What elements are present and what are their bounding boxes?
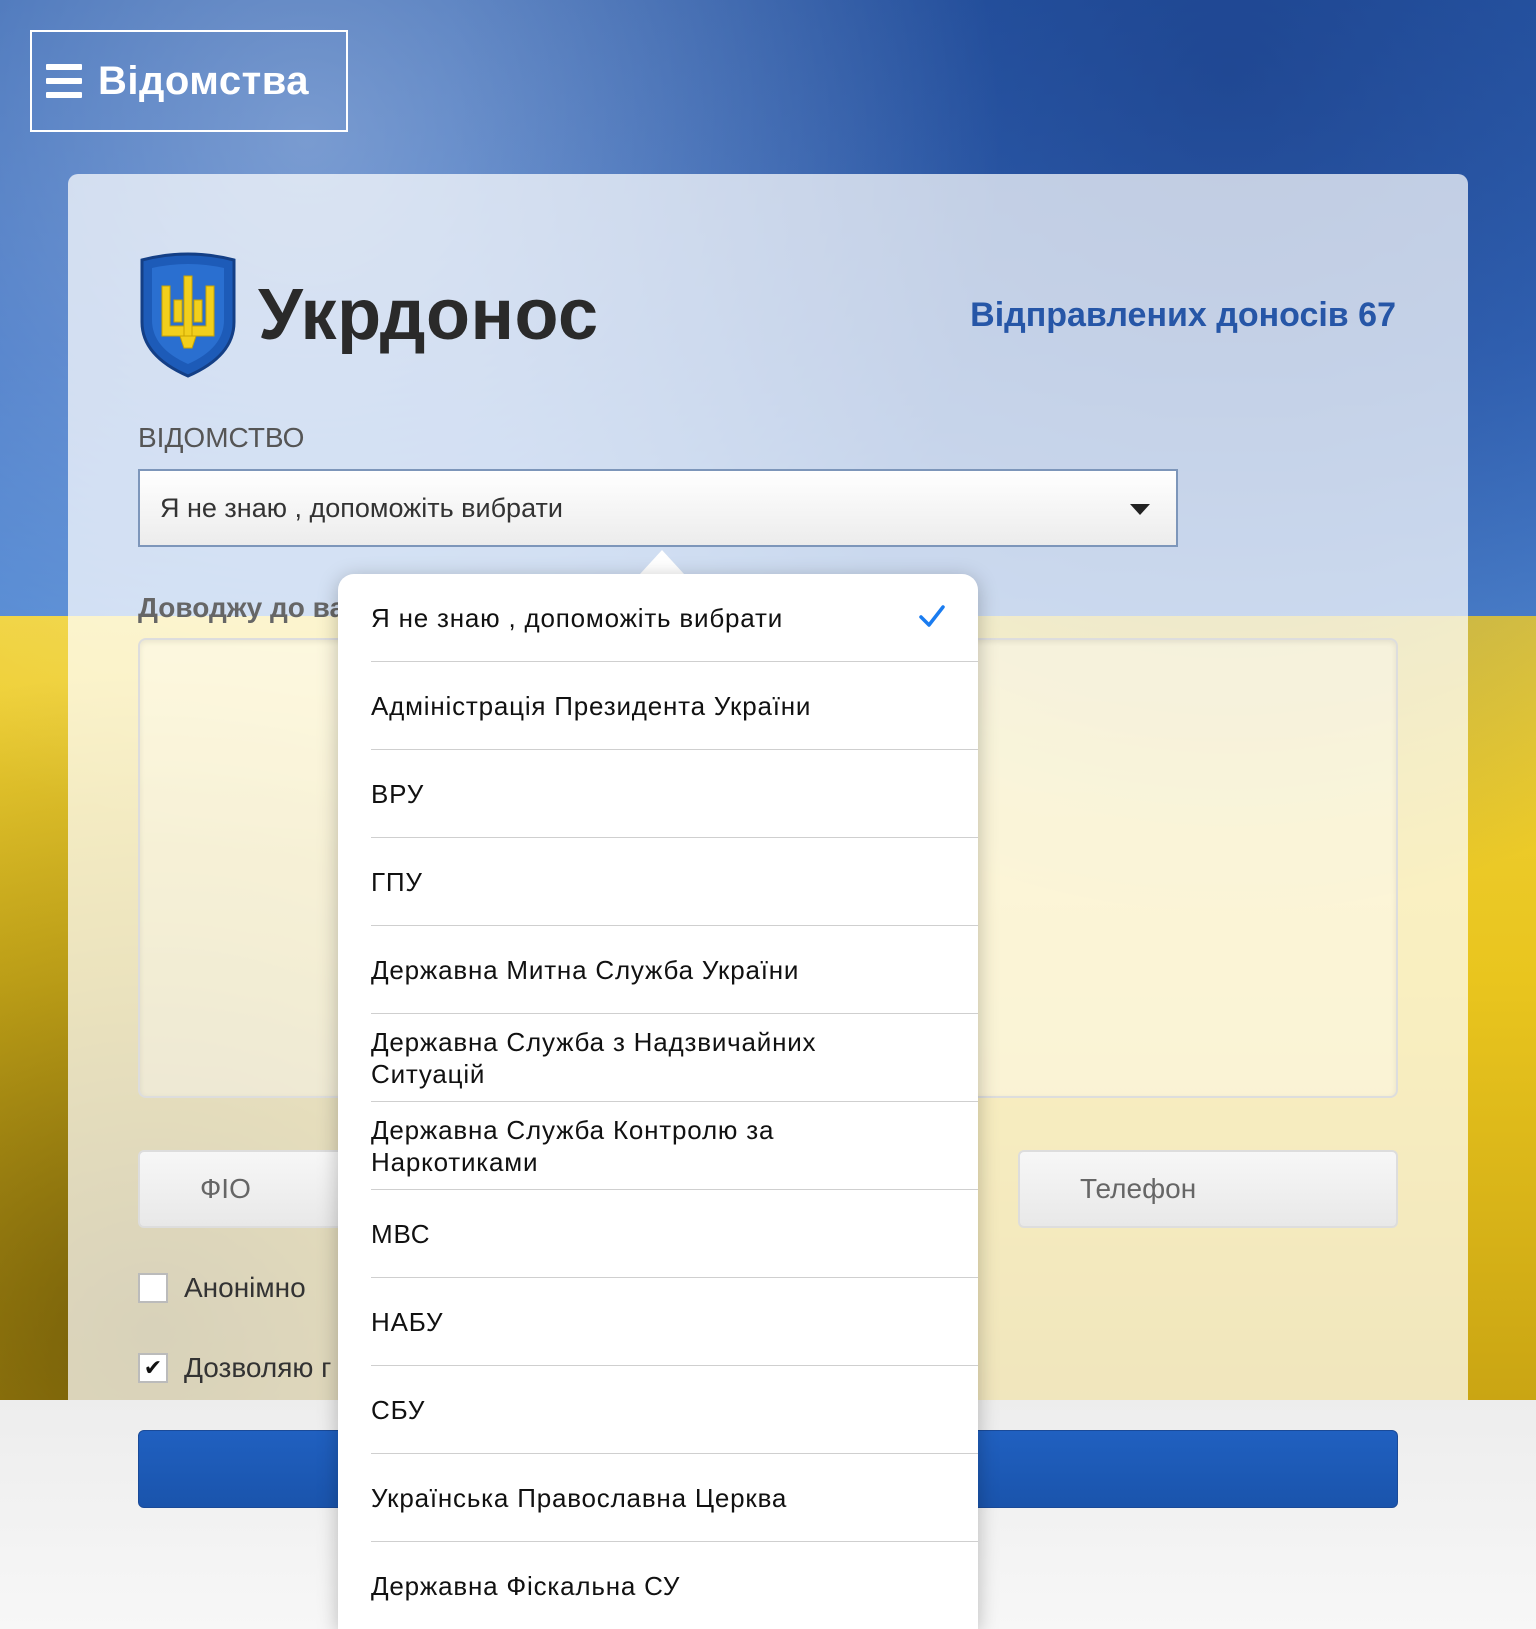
hamburger-icon (46, 64, 82, 98)
dropdown-option[interactable]: СБУ (371, 1366, 978, 1454)
dropdown-option[interactable]: ГПУ (371, 838, 978, 926)
dropdown-option[interactable]: Державна Митна Служба України (371, 926, 978, 1014)
allow-option[interactable]: ✔ Дозволяю г (138, 1352, 331, 1384)
department-label: ВІДОМСТВО (138, 422, 305, 453)
dropdown-option[interactable]: НАБУ (371, 1278, 978, 1366)
dropdown-option[interactable]: Державна Служба з Надзвичайних Ситуацій (371, 1014, 978, 1102)
anonymous-label: Анонімно (184, 1272, 306, 1303)
sent-reports-count: 67 (1358, 296, 1396, 334)
dropdown-option[interactable]: ВРУ (371, 750, 978, 838)
option-label: Я не знаю , допоможіть вибрати (371, 602, 784, 633)
option-label: ГПУ (371, 866, 423, 897)
departments-menu-label: Відомства (98, 58, 310, 103)
dropdown-option[interactable]: Українська Православна Церква (371, 1454, 978, 1542)
option-label: Адміністрація Президента України (371, 690, 812, 721)
checkmark-icon (919, 605, 945, 627)
option-label: Державна Служба Контролю за Наркотиками (371, 1114, 775, 1177)
sent-reports-counter: Відправлених доносів 67 (970, 296, 1396, 335)
anonymous-option[interactable]: Анонімно (138, 1272, 306, 1304)
phone-placeholder: Телефон (1080, 1173, 1197, 1204)
allow-label: Дозволяю г (184, 1352, 332, 1383)
option-label: Державна Митна Служба України (371, 954, 800, 985)
option-label: Українська Православна Церква (371, 1482, 788, 1513)
dropdown-option[interactable]: МВС (371, 1190, 978, 1278)
department-select[interactable]: Я не знаю , допоможіть вибрати (138, 469, 1178, 547)
option-label: НАБУ (371, 1306, 444, 1337)
dropdown-option[interactable]: Адміністрація Президента України (371, 662, 978, 750)
brand: Укрдонос (138, 252, 599, 378)
dropdown-option[interactable]: Державна Служба Контролю за Наркотиками (371, 1102, 978, 1190)
phone-input[interactable]: Телефон (1018, 1150, 1398, 1228)
option-label: Державна Фіскальна СУ (371, 1571, 681, 1601)
sent-reports-label: Відправлених доносів (970, 296, 1349, 334)
message-label: Доводжу до ва (138, 592, 346, 623)
trident-shield-icon (140, 252, 236, 378)
dropdown-option[interactable]: Державна Фіскальна СУ (371, 1542, 978, 1629)
departments-menu-button[interactable]: Відомства (30, 30, 348, 132)
caret-down-icon (1130, 504, 1150, 515)
dropdown-arrow (640, 550, 684, 574)
brand-title: Укрдонос (258, 275, 599, 355)
fio-placeholder: ФІО (200, 1173, 251, 1204)
dropdown-option[interactable]: Я не знаю , допоможіть вибрати (371, 574, 978, 662)
option-label: ВРУ (371, 778, 425, 809)
anonymous-checkbox[interactable] (138, 1273, 168, 1303)
department-dropdown: Я не знаю , допоможіть вибрати Адміністр… (338, 574, 978, 1629)
department-selected-value: Я не знаю , допоможіть вибрати (160, 492, 563, 523)
option-label: МВС (371, 1218, 431, 1249)
allow-checkbox[interactable]: ✔ (138, 1353, 168, 1383)
option-label: СБУ (371, 1394, 426, 1425)
option-label: Державна Служба з Надзвичайних Ситуацій (371, 1026, 817, 1089)
